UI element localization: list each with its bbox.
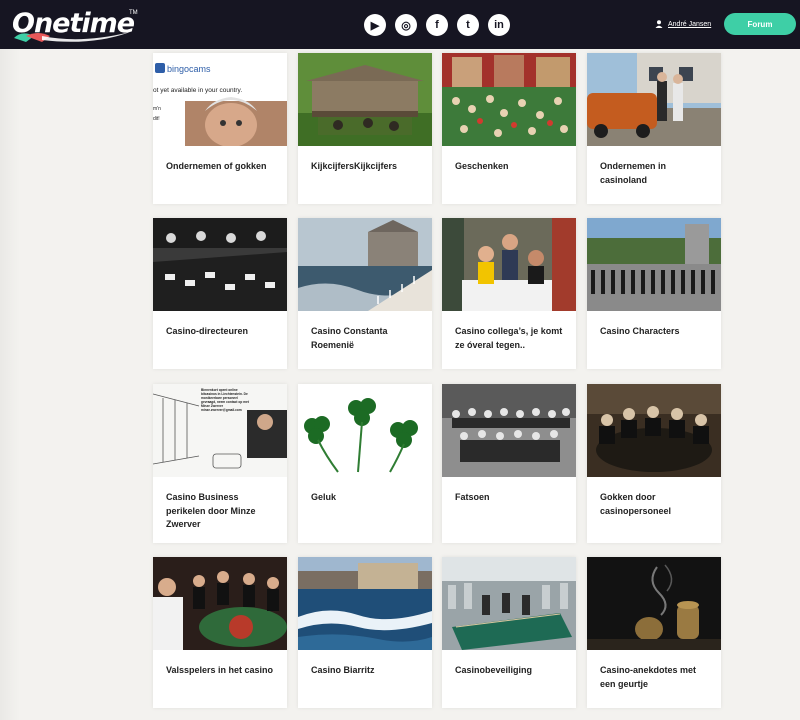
instagram-icon[interactable]: ◎ [395,14,417,36]
not-available-text: ot yet available in your country. [153,87,242,94]
linkedin-icon[interactable]: in [488,14,510,36]
article-title[interactable]: Ondernemen in casinoland [600,160,712,187]
article-thumbnail[interactable] [153,557,287,650]
forum-button[interactable]: Forum [724,13,796,35]
article-thumbnail[interactable] [298,53,432,146]
user-menu[interactable]: André Jansen [655,18,711,30]
svg-text:dit!: dit! [153,116,160,122]
social-links: ▶ ◎ f t in [364,14,510,36]
article-thumbnail[interactable] [153,218,287,311]
article-title[interactable]: Valsspelers in het casino [166,664,278,678]
article-title[interactable]: Casino Biarritz [311,664,423,678]
article-thumbnail[interactable] [587,557,721,650]
article-card[interactable]: Binnenkort opent online bitcasinos in Li… [153,384,287,543]
article-thumbnail[interactable] [442,557,576,650]
article-card[interactable]: Casino-directeuren [153,218,287,369]
article-thumbnail[interactable] [298,384,432,477]
user-icon [655,20,663,28]
article-card[interactable]: Casino collega’s, je komt ze óveral tege… [442,218,576,369]
article-title[interactable]: Geschenken [455,160,567,174]
article-title[interactable]: Casinobeveiliging [455,664,567,678]
article-thumbnail[interactable] [587,53,721,146]
article-title[interactable]: Casino-anekdotes met een geurtje [600,664,712,691]
youtube-icon[interactable]: ▶ [364,14,386,36]
article-title[interactable]: KijkcijfersKijkcijfers [311,160,423,174]
user-name[interactable]: André Jansen [668,21,711,28]
article-thumbnail[interactable]: Binnenkort opent online bitcasinos in Li… [153,384,287,477]
article-card[interactable]: Geschenken [442,53,576,204]
article-card[interactable]: KijkcijfersKijkcijfers [298,53,432,204]
article-title[interactable]: Casino Constanta Roemenië [311,325,423,352]
article-card[interactable]: Valsspelers in het casino [153,557,287,708]
onetime-logo[interactable]: Onetime TM [12,8,138,44]
article-title[interactable]: Fatsoen [455,491,567,505]
bingocams-text: bingocams [167,64,211,74]
article-title[interactable]: Ondernemen of gokken [166,160,278,174]
article-card[interactable]: bingocams ot yet available in your count… [153,53,287,204]
facebook-icon[interactable]: f [426,14,448,36]
article-title[interactable]: Geluk [311,491,423,505]
article-thumbnail[interactable] [442,218,576,311]
article-title[interactable]: Gokken door casinopersoneel [600,491,712,518]
article-card[interactable]: Gokken door casinopersoneel [587,384,721,543]
article-card[interactable]: Casino Characters [587,218,721,369]
article-card[interactable]: Casino Biarritz [298,557,432,708]
article-card[interactable]: Ondernemen in casinoland [587,53,721,204]
top-header: Onetime TM ▶ ◎ f t in André Jansen Forum [0,0,800,49]
article-title[interactable]: Casino Characters [600,325,712,339]
business-poster-text: Binnenkort opent online bitcasinos in Li… [201,388,249,412]
article-thumbnail[interactable] [298,557,432,650]
article-card[interactable]: Geluk [298,384,432,543]
left-shadow [0,49,20,720]
article-card[interactable]: Fatsoen [442,384,576,543]
article-thumbnail[interactable] [442,53,576,146]
article-thumbnail[interactable] [587,384,721,477]
svg-text:m'n: m'n [153,106,161,112]
article-thumbnail[interactable]: bingocams ot yet available in your count… [153,53,287,146]
article-thumbnail[interactable] [442,384,576,477]
logo-text: Onetime [12,8,135,39]
article-title[interactable]: Casino Business perikelen door Minze Zwe… [166,491,278,532]
article-thumbnail[interactable] [298,218,432,311]
article-card[interactable]: Casino-anekdotes met een geurtje [587,557,721,708]
article-title[interactable]: Casino collega’s, je komt ze óveral tege… [455,325,567,352]
article-card[interactable]: Casinobeveiliging [442,557,576,708]
article-thumbnail[interactable] [587,218,721,311]
twitter-icon[interactable]: t [457,14,479,36]
logo-trademark: TM [129,10,138,16]
article-card[interactable]: Casino Constanta Roemenië [298,218,432,369]
article-title[interactable]: Casino-directeuren [166,325,278,339]
